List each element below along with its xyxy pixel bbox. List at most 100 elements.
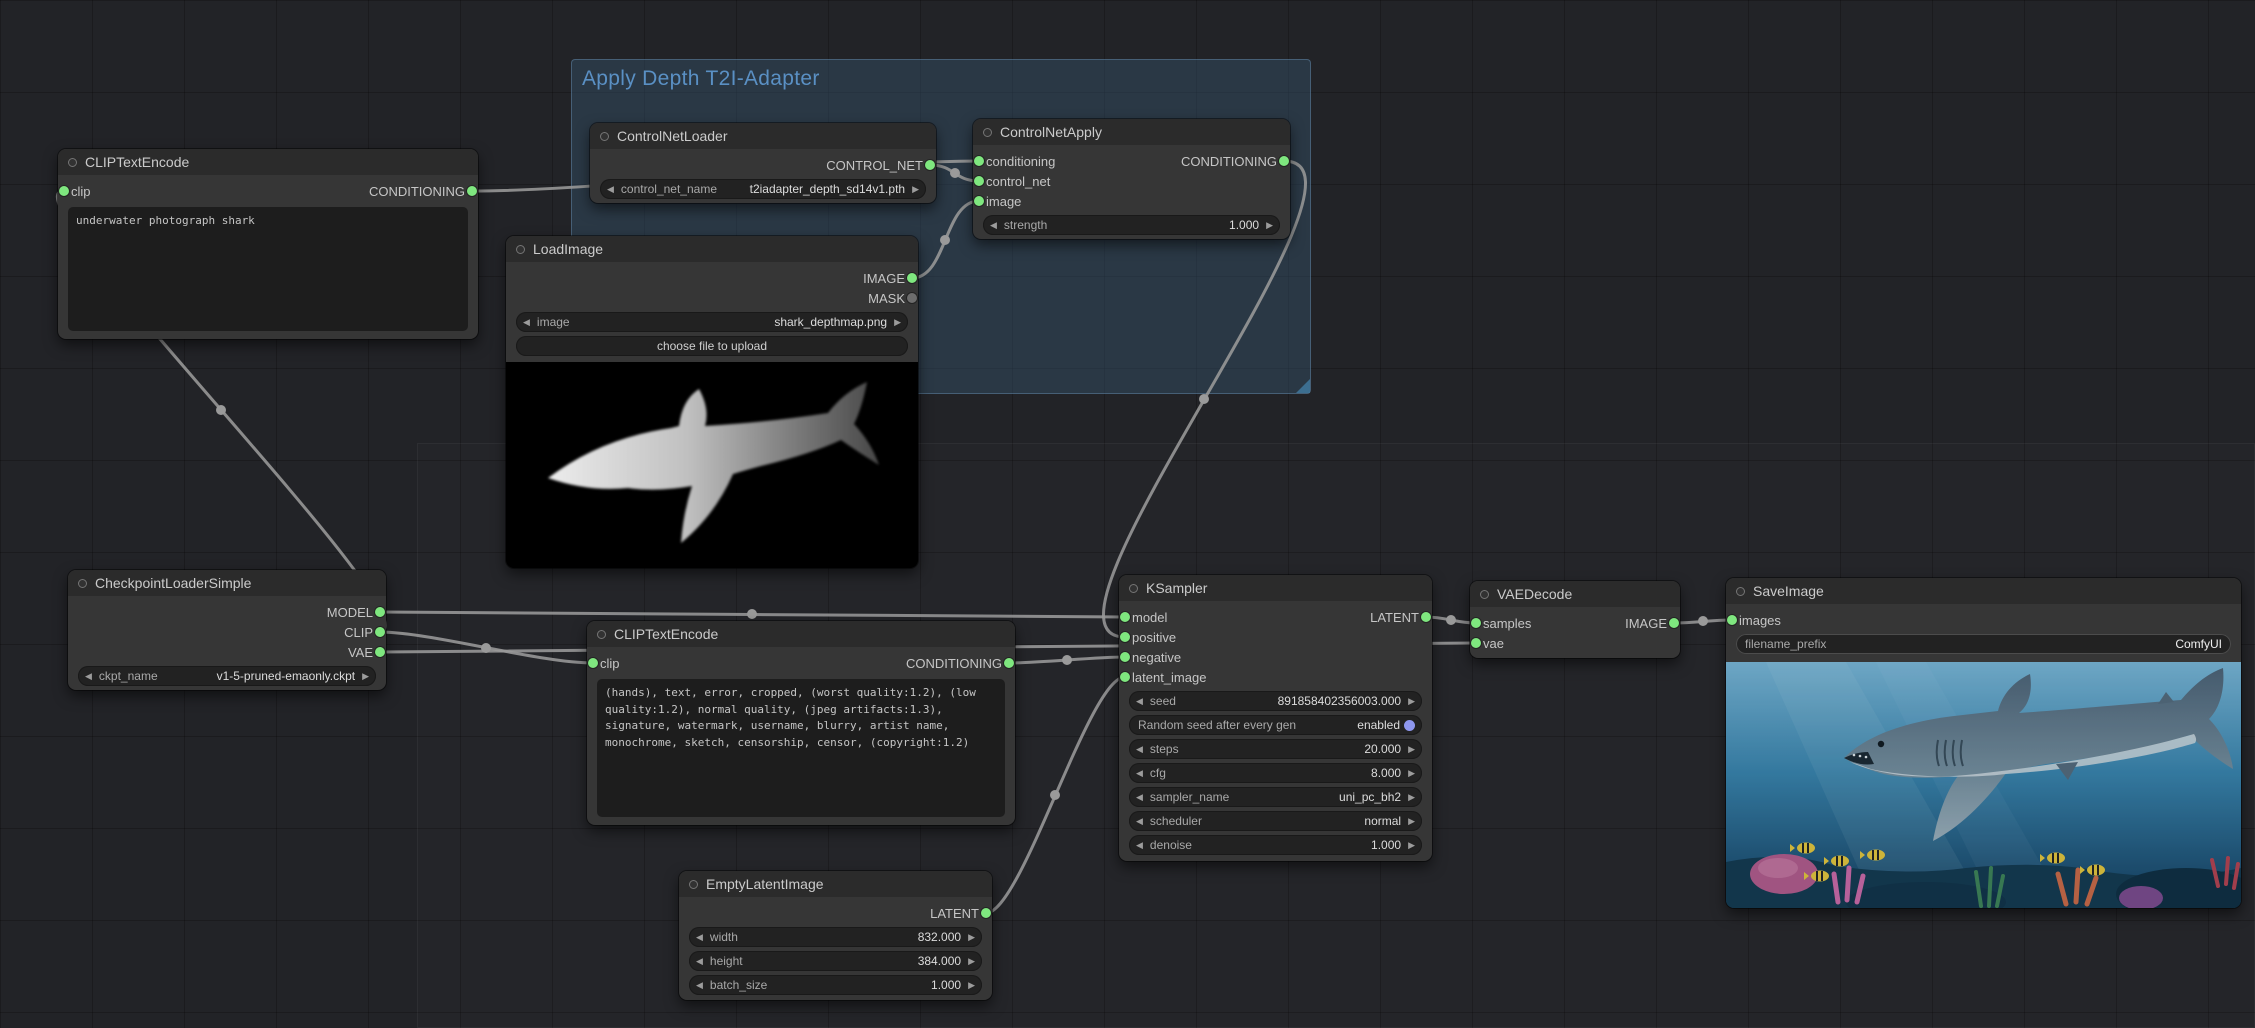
node-vaedecode[interactable]: VAEDecode samples IMAGE vae (1470, 581, 1680, 658)
seed-widget[interactable]: ◀ seed 891858402356003.000 ▶ (1129, 691, 1422, 711)
clip-input-port[interactable] (59, 186, 69, 196)
positive-input-port[interactable] (1120, 632, 1130, 642)
conditioning-output-port[interactable] (1004, 658, 1014, 668)
node-emptylatentimage[interactable]: EmptyLatentImage LATENT ◀ width 832.000 … (679, 871, 992, 1000)
negative-input-port[interactable] (1120, 652, 1130, 662)
model-output-port[interactable] (375, 607, 385, 617)
decrement-arrow-icon[interactable]: ◀ (696, 957, 703, 966)
decrement-arrow-icon[interactable]: ◀ (1136, 793, 1143, 802)
increment-arrow-icon[interactable]: ▶ (894, 318, 901, 327)
vae-output-port[interactable] (375, 647, 385, 657)
samples-input-port[interactable] (1471, 618, 1481, 628)
steps-widget[interactable]: ◀ steps 20.000 ▶ (1129, 739, 1422, 759)
group-resize-handle[interactable] (1296, 379, 1310, 393)
increment-arrow-icon[interactable]: ▶ (1266, 221, 1273, 230)
decrement-arrow-icon[interactable]: ◀ (1136, 769, 1143, 778)
node-collapse-dot[interactable] (1736, 587, 1745, 596)
latent-output-port[interactable] (981, 908, 991, 918)
conditioning-input-port[interactable] (974, 156, 984, 166)
random-seed-toggle-dot[interactable] (1404, 720, 1415, 731)
increment-arrow-icon[interactable]: ▶ (1408, 697, 1415, 706)
ckpt-name-widget[interactable]: ◀ ckpt_name v1-5-pruned-emaonly.ckpt ▶ (78, 666, 376, 686)
node-controlnetapply[interactable]: ControlNetApply conditioning CONDITIONIN… (973, 119, 1290, 239)
node-title-bar[interactable]: CheckpointLoaderSimple (68, 570, 386, 596)
clip-output-port[interactable] (375, 627, 385, 637)
filename-prefix-widget[interactable]: filename_prefix ComfyUI (1736, 634, 2231, 654)
image-output-port[interactable] (907, 273, 917, 283)
increment-arrow-icon[interactable]: ▶ (968, 981, 975, 990)
image-input-port[interactable] (974, 196, 984, 206)
scheduler-widget[interactable]: ◀ scheduler normal ▶ (1129, 811, 1422, 831)
node-saveimage[interactable]: SaveImage images filename_prefix ComfyUI (1726, 578, 2241, 908)
node-title-bar[interactable]: CLIPTextEncode (587, 621, 1015, 647)
node-controlnetloader[interactable]: ControlNetLoader CONTROL_NET ◀ control_n… (590, 123, 936, 203)
decrement-arrow-icon[interactable]: ◀ (85, 672, 92, 681)
decrement-arrow-icon[interactable]: ◀ (696, 933, 703, 942)
decrement-arrow-icon[interactable]: ◀ (696, 981, 703, 990)
node-collapse-dot[interactable] (516, 245, 525, 254)
node-graph-canvas[interactable]: Apply Depth T2I-Adapter CLIPTextEncode (0, 0, 2255, 1028)
node-ksampler[interactable]: KSampler model LATENT positive negative … (1119, 575, 1432, 861)
control-net-output-port[interactable] (925, 160, 935, 170)
batch-size-widget[interactable]: ◀ batch_size 1.000 ▶ (689, 975, 982, 995)
node-loadimage[interactable]: LoadImage IMAGE MASK ◀ image shark_depth… (506, 236, 918, 568)
positive-prompt-textarea[interactable]: underwater photograph shark (68, 207, 468, 331)
increment-arrow-icon[interactable]: ▶ (1408, 793, 1415, 802)
node-title-bar[interactable]: KSampler (1119, 575, 1432, 601)
latent-image-input-port[interactable] (1120, 672, 1130, 682)
decrement-arrow-icon[interactable]: ◀ (1136, 817, 1143, 826)
latent-output-port[interactable] (1421, 612, 1431, 622)
decrement-arrow-icon[interactable]: ◀ (523, 318, 530, 327)
node-collapse-dot[interactable] (597, 630, 606, 639)
decrement-arrow-icon[interactable]: ◀ (990, 221, 997, 230)
node-collapse-dot[interactable] (983, 128, 992, 137)
choose-file-button[interactable]: choose file to upload (516, 336, 908, 356)
node-cliptextencode-positive[interactable]: CLIPTextEncode clip CONDITIONING underwa… (58, 149, 478, 339)
vae-input-port[interactable] (1471, 638, 1481, 648)
node-collapse-dot[interactable] (78, 579, 87, 588)
decrement-arrow-icon[interactable]: ◀ (1136, 841, 1143, 850)
node-title-bar[interactable]: LoadImage (506, 236, 918, 262)
cfg-widget[interactable]: ◀ cfg 8.000 ▶ (1129, 763, 1422, 783)
link-midpoint-dot[interactable] (1199, 394, 1209, 404)
group-title[interactable]: Apply Depth T2I-Adapter (572, 60, 1310, 98)
width-widget[interactable]: ◀ width 832.000 ▶ (689, 927, 982, 947)
increment-arrow-icon[interactable]: ▶ (362, 672, 369, 681)
node-checkpointloadersimple[interactable]: CheckpointLoaderSimple MODEL CLIP VAE ◀ … (68, 570, 386, 690)
decrement-arrow-icon[interactable]: ◀ (607, 185, 614, 194)
image-filename-widget[interactable]: ◀ image shark_depthmap.png ▶ (516, 312, 908, 332)
node-title-bar[interactable]: CLIPTextEncode (58, 149, 478, 175)
conditioning-output-port[interactable] (467, 186, 477, 196)
control-net-name-widget[interactable]: ◀ control_net_name t2iadapter_depth_sd14… (600, 179, 926, 199)
clip-input-port[interactable] (588, 658, 598, 668)
increment-arrow-icon[interactable]: ▶ (968, 933, 975, 942)
negative-prompt-textarea[interactable]: (hands), text, error, cropped, (worst qu… (597, 679, 1005, 817)
conditioning-output-port[interactable] (1279, 156, 1289, 166)
increment-arrow-icon[interactable]: ▶ (1408, 745, 1415, 754)
link-midpoint-dot[interactable] (216, 405, 226, 415)
denoise-widget[interactable]: ◀ denoise 1.000 ▶ (1129, 835, 1422, 855)
decrement-arrow-icon[interactable]: ◀ (1136, 745, 1143, 754)
mask-output-port[interactable] (907, 293, 917, 303)
height-widget[interactable]: ◀ height 384.000 ▶ (689, 951, 982, 971)
node-cliptextencode-negative[interactable]: CLIPTextEncode clip CONDITIONING (hands)… (587, 621, 1015, 825)
node-title-bar[interactable]: ControlNetApply (973, 119, 1290, 145)
node-collapse-dot[interactable] (1480, 590, 1489, 599)
control-net-input-port[interactable] (974, 176, 984, 186)
node-collapse-dot[interactable] (689, 880, 698, 889)
node-title-bar[interactable]: VAEDecode (1470, 581, 1680, 607)
strength-widget[interactable]: ◀ strength 1.000 ▶ (983, 215, 1280, 235)
sampler-name-widget[interactable]: ◀ sampler_name uni_pc_bh2 ▶ (1129, 787, 1422, 807)
node-title-bar[interactable]: SaveImage (1726, 578, 2241, 604)
increment-arrow-icon[interactable]: ▶ (1408, 769, 1415, 778)
node-title-bar[interactable]: ControlNetLoader (590, 123, 936, 149)
random-seed-toggle-widget[interactable]: Random seed after every gen enabled (1129, 715, 1422, 735)
node-collapse-dot[interactable] (1129, 584, 1138, 593)
images-input-port[interactable] (1727, 615, 1737, 625)
image-output-port[interactable] (1669, 618, 1679, 628)
node-collapse-dot[interactable] (600, 132, 609, 141)
decrement-arrow-icon[interactable]: ◀ (1136, 697, 1143, 706)
model-input-port[interactable] (1120, 612, 1130, 622)
increment-arrow-icon[interactable]: ▶ (968, 957, 975, 966)
node-collapse-dot[interactable] (68, 158, 77, 167)
